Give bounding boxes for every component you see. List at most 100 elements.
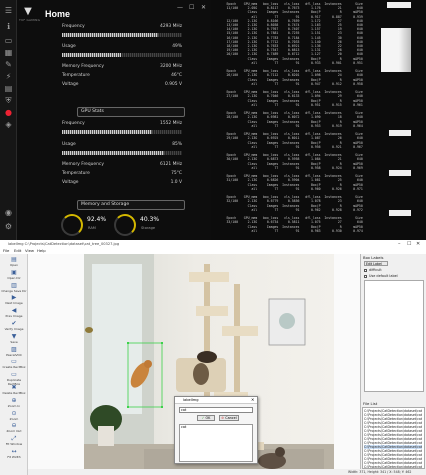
tool-label: Verify Image: [4, 327, 24, 331]
ok-button[interactable]: ✓ OK: [197, 415, 215, 421]
close-icon[interactable]: ✕: [201, 4, 206, 11]
tool-change-save-dir-button[interactable]: ▥ Change Save Dir: [1, 282, 27, 293]
tool-verify-image-button[interactable]: ✔ Verify Image: [1, 320, 27, 331]
tool-label: Next Image: [5, 301, 23, 306]
terminal-line: all 77 91 0.951 0.915 0.961: [215, 102, 363, 107]
tool-label: Zoom Out: [6, 429, 22, 434]
redacted-block: [381, 28, 411, 72]
tool-zoom-button[interactable]: ⊙ Zoom: [1, 410, 27, 421]
redacted-block: [389, 130, 411, 136]
top-screen-area: ☰ ℹ ▭ ▦ ✎ ⚡ ▤ ⛨ ● ◈ ◉ ⚙ ▼ TUF GAMING Hom…: [0, 0, 426, 240]
tool-label: Create RectBox: [2, 365, 26, 370]
redacted-block: [389, 170, 411, 176]
close-icon[interactable]: ✕: [416, 240, 420, 248]
prev-image-icon: ◀: [11, 307, 17, 315]
cpu-usage-row: Usage 49%: [62, 44, 182, 49]
duplicate-rectbox-icon: ▭: [11, 371, 17, 379]
window-title-text: labelImg C:\Projects\CatDetection\datase…: [8, 242, 120, 246]
fit-window-icon: ⤢: [11, 435, 17, 443]
ram-gauge-label: RAM: [88, 226, 96, 230]
cpu-usage-bar: [62, 53, 182, 57]
storage-gauge-value: 40.3%: [140, 216, 160, 223]
tool-open-button[interactable]: ▤ Open: [1, 256, 27, 267]
minimize-icon[interactable]: –: [398, 240, 401, 248]
maximize-icon[interactable]: ☐: [407, 240, 411, 248]
minimize-icon[interactable]: —: [177, 4, 183, 11]
gpu-usage-row: Usage 85%: [62, 142, 182, 147]
pascalvoc-icon: ▨: [11, 345, 17, 353]
tool-label: Delete RectBox: [2, 391, 26, 395]
memory-storage-header[interactable]: Memory and Storage: [77, 200, 185, 210]
tool-fit-width-button[interactable]: ↔ Fit Width: [1, 448, 27, 459]
redacted-block: [387, 2, 411, 8]
file-list[interactable]: C:\Projects\CatDetection\dataset\cat_tre…: [362, 407, 425, 469]
label-list-panel[interactable]: [364, 280, 424, 392]
tool-zoom-in-button[interactable]: ⊕ Zoom In: [1, 397, 27, 408]
tool-label: Save: [10, 339, 18, 344]
tool-zoom-out-button[interactable]: ⊖ Zoom Out: [1, 422, 27, 433]
system-monitor-panel: ▼ TUF GAMING Home — ☐ ✕ Frequency 4293 MH…: [17, 0, 211, 240]
tool-create-rectbox-button[interactable]: ▭ Create RectBox: [1, 358, 27, 369]
user-icon[interactable]: ◉: [4, 208, 13, 217]
tool-label: Open Dir: [7, 275, 21, 280]
image-canvas[interactable]: labelImg ✕ cat ✓ OK ⊘ Cancel cat: [28, 254, 360, 475]
cpu-temperature-row: Temperature 46°C: [62, 73, 182, 78]
gpu-usage-bar: [62, 151, 182, 155]
left-toolbar: ▤ Open ▣ Open Dir ▥ Change Save Dir ▶ Next Imag…: [0, 254, 28, 475]
storage-gauge-label: Storage: [141, 226, 156, 230]
use-default-label-checkbox[interactable]: [364, 275, 367, 278]
verify-image-icon: ✔: [11, 320, 17, 327]
page-title: Home: [45, 9, 71, 19]
label-list[interactable]: cat: [179, 424, 253, 462]
cancel-button[interactable]: ⊘ Cancel: [219, 415, 239, 421]
tool-prev-image-button[interactable]: ◀ Prev Image: [1, 307, 27, 318]
info-icon[interactable]: ℹ: [4, 22, 13, 31]
pen-icon[interactable]: ✎: [4, 60, 13, 69]
zoom-icon: ⊙: [11, 409, 17, 417]
menu-icon[interactable]: ☰: [4, 6, 13, 15]
edit-label-button[interactable]: Edit Label: [364, 261, 388, 266]
terminal-line: all 77 91 0.962 0.928 0.972: [215, 207, 363, 212]
difficult-checkbox[interactable]: [364, 269, 367, 272]
chart-icon[interactable]: ▤: [4, 84, 13, 93]
ram-gauge-value: 92.4%: [87, 216, 107, 223]
tool-label: Open: [9, 263, 18, 267]
delete-rectbox-icon: ✖: [11, 384, 17, 391]
tuf-logo-icon: ▼: [24, 6, 32, 17]
tool-delete-rectbox-button[interactable]: ✖ Delete RectBox: [1, 384, 27, 395]
training-terminal[interactable]: Epoch GPU_mem box_loss cls_loss dfl_loss…: [211, 0, 426, 240]
tool-fit-window-button[interactable]: ⤢ Fit Window: [1, 435, 27, 446]
bolt-icon[interactable]: ⚡: [4, 72, 13, 81]
status-bar: Width: 371, Height: 341 / X: 548; Y: 462: [28, 469, 426, 475]
image-icon[interactable]: ▦: [4, 48, 13, 57]
difficult-label: difficult: [369, 268, 382, 272]
label-list-item[interactable]: cat: [181, 425, 252, 429]
left-icon-rail: ☰ ℹ ▭ ▦ ✎ ⚡ ▤ ⛨ ● ◈ ◉ ⚙: [0, 0, 17, 240]
change-save-dir-icon: ▥: [11, 281, 17, 289]
display-icon[interactable]: ▭: [4, 36, 13, 45]
shield-icon[interactable]: ⛨: [4, 96, 13, 105]
gpu-frequency-row: Frequency 1552 MHz: [62, 121, 182, 126]
tool-open-dir-button[interactable]: ▣ Open Dir: [1, 269, 27, 280]
label-input[interactable]: cat: [179, 407, 253, 413]
save-icon: ▼: [11, 332, 17, 340]
alert-icon[interactable]: ●: [4, 108, 13, 117]
labelimg-window: labelImg C:\Projects\CatDetection\datase…: [0, 240, 426, 475]
tool-pascalvoc-button[interactable]: ▨ PascalVOC: [1, 346, 27, 357]
tag-icon[interactable]: ◈: [4, 120, 13, 129]
gpu-voltage-row: Voltage 1.0 V: [62, 180, 182, 185]
open-icon: ▤: [11, 256, 17, 263]
dialog-close-icon[interactable]: ✕: [251, 397, 254, 402]
gear-icon[interactable]: ⚙: [4, 222, 13, 231]
ram-gauge: [61, 214, 83, 236]
zoom-in-icon: ⊕: [11, 396, 17, 404]
cpu-frequency-row: Frequency 4293 MHz: [62, 24, 182, 29]
gpu-stats-header[interactable]: GPU Stats: [77, 107, 185, 117]
terminal-line: all 77 91 0.960 0.926 0.971: [215, 186, 363, 191]
tool-next-image-button[interactable]: ▶ Next Image: [1, 294, 27, 305]
gpu-memfreq-row: Memory Frequency 6121 MHz: [62, 162, 182, 167]
terminal-line: all 77 91 0.958 0.924 0.969: [215, 165, 363, 170]
tool-save-button[interactable]: ▼ Save: [1, 333, 27, 344]
terminal-line: all 77 91 0.956 0.921 0.967: [215, 144, 363, 149]
maximize-icon[interactable]: ☐: [189, 4, 194, 11]
